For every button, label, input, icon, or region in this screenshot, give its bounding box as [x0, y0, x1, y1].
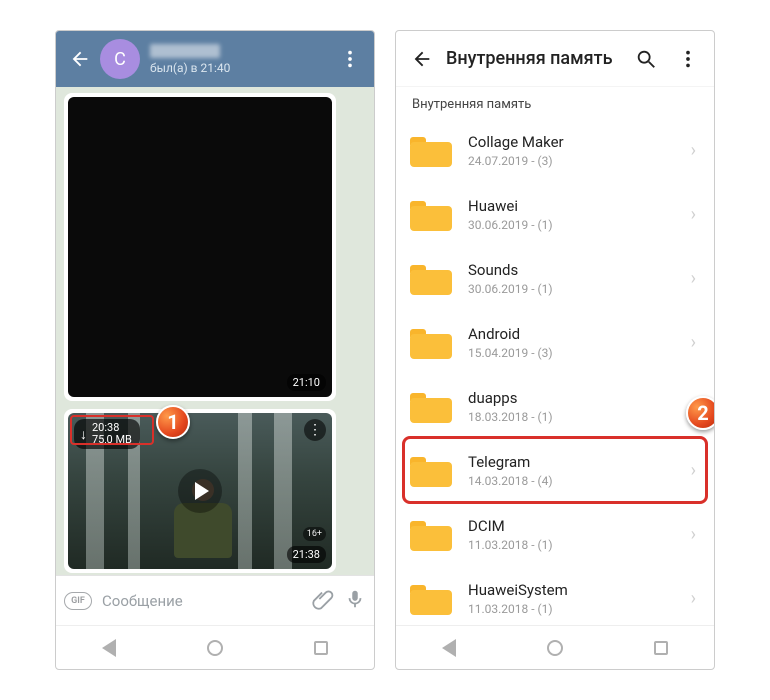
- arrow-left-icon: [411, 48, 433, 70]
- video-message[interactable]: ↓ 20:38 75,0 МВ ⋮ 16+ 21:38 1: [64, 409, 336, 573]
- mic-button[interactable]: [344, 588, 366, 614]
- video-size: 75,0 МВ: [92, 434, 132, 446]
- folder-icon: [410, 325, 452, 359]
- folder-icon: [410, 517, 452, 551]
- nav-recent-icon[interactable]: [314, 641, 328, 655]
- chat-header: C был(а) в 21:40: [56, 31, 374, 87]
- message-input[interactable]: Сообщение: [102, 592, 302, 610]
- folder-name: Huawei: [468, 197, 691, 215]
- folder-meta: 11.03.2018 - (1): [468, 538, 691, 552]
- nav-back-icon[interactable]: [442, 639, 456, 657]
- nav-back-icon[interactable]: [102, 639, 116, 657]
- search-button[interactable]: [628, 48, 664, 70]
- message-time: 21:38: [287, 546, 326, 563]
- folder-icon: [410, 453, 452, 487]
- chevron-right-icon: ›: [691, 588, 696, 609]
- message-input-bar: GIF Сообщение: [56, 575, 374, 625]
- folder-meta: 24.07.2019 - (3): [468, 154, 691, 168]
- message-time: 21:10: [287, 374, 326, 391]
- folder-name: HuaweiSystem: [468, 581, 691, 599]
- folder-meta: 30.06.2019 - (1): [468, 218, 691, 232]
- arrow-left-icon: [69, 48, 91, 70]
- chat-body[interactable]: 21:10 ↓ 20:38 75,0 МВ ⋮ 16+: [56, 87, 374, 575]
- last-seen: был(а) в 21:40: [150, 61, 334, 75]
- folder-icon: [410, 197, 452, 231]
- folder-icon: [410, 133, 452, 167]
- more-vert-icon: [339, 48, 361, 70]
- more-vert-icon: [677, 48, 699, 70]
- chevron-right-icon: ›: [691, 268, 696, 289]
- nav-home-icon[interactable]: [547, 640, 563, 656]
- folder-row[interactable]: duapps 18.03.2018 - (1)›: [396, 374, 714, 438]
- chat-menu-button[interactable]: [334, 48, 366, 70]
- folder-icon: [410, 581, 452, 615]
- video-menu-button[interactable]: ⋮: [304, 419, 326, 441]
- folder-row[interactable]: Huawei 30.06.2019 - (1)›: [396, 182, 714, 246]
- fm-menu-button[interactable]: [670, 48, 706, 70]
- download-info-pill[interactable]: ↓ 20:38 75,0 МВ: [74, 419, 140, 449]
- folder-meta: 18.03.2018 - (1): [468, 410, 691, 424]
- image-message[interactable]: 21:10: [64, 93, 336, 401]
- folder-icon: [410, 389, 452, 423]
- folder-row[interactable]: Android 15.04.2019 - (3)›: [396, 310, 714, 374]
- folder-row[interactable]: DCIM 11.03.2018 - (1)›: [396, 502, 714, 566]
- folder-list[interactable]: Collage Maker24.07.2019 - (3)›Huawei30.0…: [396, 118, 714, 625]
- back-button[interactable]: [404, 48, 440, 70]
- folder-name: Collage Maker: [468, 133, 691, 151]
- avatar[interactable]: C: [100, 39, 140, 79]
- chevron-right-icon: ›: [691, 524, 696, 545]
- mic-icon: [344, 588, 366, 610]
- android-navbar: [396, 625, 714, 669]
- chevron-right-icon: ›: [691, 396, 696, 417]
- play-button[interactable]: [178, 469, 222, 513]
- folder-row[interactable]: Collage Maker 24.07.2019 - (3)›: [396, 118, 714, 182]
- chevron-right-icon: ›: [691, 460, 696, 481]
- chevron-right-icon: ›: [691, 332, 696, 353]
- chat-title-block[interactable]: был(а) в 21:40: [150, 44, 334, 75]
- folder-meta: 11.03.2018 - (1): [468, 602, 691, 616]
- folder-meta: 15.04.2019 - (3): [468, 346, 691, 360]
- android-navbar: [56, 625, 374, 669]
- folder-name: Android: [468, 325, 691, 343]
- gif-button[interactable]: GIF: [64, 592, 92, 610]
- folder-name: DCIM: [468, 517, 691, 535]
- folder-name: Sounds: [468, 261, 691, 279]
- nav-recent-icon[interactable]: [654, 641, 668, 655]
- download-icon: ↓: [80, 426, 87, 443]
- chevron-right-icon: ›: [691, 140, 696, 161]
- breadcrumb[interactable]: Внутренняя память: [396, 87, 714, 118]
- folder-row[interactable]: HuaweiSystem 11.03.2018 - (1)›: [396, 566, 714, 625]
- fm-header: Внутренняя память: [396, 31, 714, 87]
- telegram-phone: C был(а) в 21:40 21:10 ↓ 2: [55, 30, 375, 670]
- attach-button[interactable]: [312, 588, 334, 614]
- age-rating: 16+: [303, 527, 326, 541]
- folder-meta: 14.03.2018 - (4): [468, 474, 691, 488]
- filemanager-phone: Внутренняя память Внутренняя память Coll…: [395, 30, 715, 670]
- back-button[interactable]: [64, 48, 96, 70]
- folder-row[interactable]: Sounds 30.06.2019 - (1)›: [396, 246, 714, 310]
- paperclip-icon: [312, 588, 334, 610]
- nav-home-icon[interactable]: [207, 640, 223, 656]
- fm-title: Внутренняя память: [446, 48, 622, 69]
- folder-meta: 30.06.2019 - (1): [468, 282, 691, 296]
- folder-icon: [410, 261, 452, 295]
- contact-name: [150, 44, 220, 58]
- folder-row[interactable]: Telegram 14.03.2018 - (4)›: [396, 438, 714, 502]
- folder-name: duapps: [468, 389, 691, 407]
- search-icon: [635, 48, 657, 70]
- folder-name: Telegram: [468, 453, 691, 471]
- chevron-right-icon: ›: [691, 204, 696, 225]
